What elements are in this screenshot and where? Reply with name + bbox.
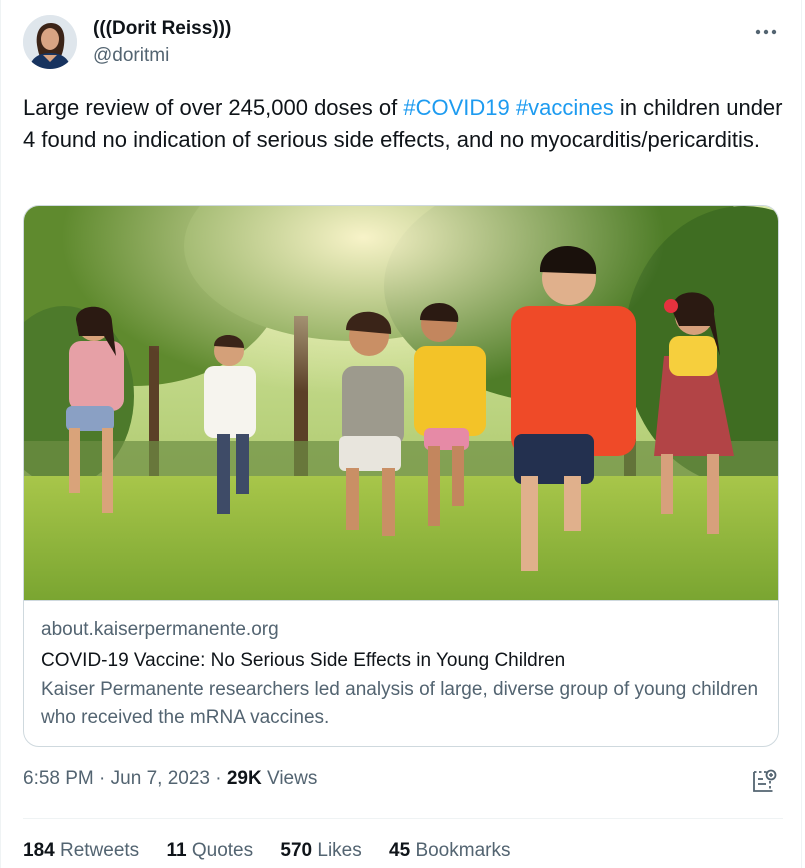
likes-count: 570 bbox=[280, 840, 313, 861]
likes-label: Likes bbox=[317, 840, 362, 861]
retweets-label: Retweets bbox=[59, 840, 140, 861]
card-image bbox=[24, 206, 778, 600]
quotes-stat-link[interactable]: 11 Quotes bbox=[166, 840, 253, 862]
meta-dot-1: · bbox=[93, 768, 111, 789]
author-avatar[interactable] bbox=[23, 15, 77, 69]
tweet-date-link[interactable]: Jun 7, 2023 bbox=[111, 768, 210, 789]
link-preview-card[interactable]: about.kaiserpermanente.org COVID-19 Vacc… bbox=[23, 205, 779, 747]
engagement-stats: 184 Retweets 11 Quotes 570 Likes 45 Book… bbox=[23, 840, 532, 862]
bookmarks-label: Bookmarks bbox=[415, 840, 511, 861]
views-count: 29K bbox=[226, 768, 262, 789]
tweet-meta: 6:58 PM · Jun 7, 2023 · 29K Views bbox=[23, 768, 317, 790]
card-description: Kaiser Permanente researchers led analys… bbox=[41, 679, 759, 728]
frame-left-border bbox=[0, 0, 1, 868]
retweets-stat-link[interactable]: 184 Retweets bbox=[23, 840, 139, 862]
card-domain: about.kaiserpermanente.org bbox=[41, 619, 279, 640]
quotes-count: 11 bbox=[166, 840, 187, 861]
meta-divider bbox=[23, 818, 783, 819]
author-display-name[interactable]: (((Dorit Reiss))) bbox=[93, 18, 231, 40]
tweet-time-link[interactable]: 6:58 PM bbox=[23, 768, 94, 789]
quotes-label: Quotes bbox=[191, 840, 254, 861]
more-dots-icon bbox=[755, 29, 777, 35]
avatar-photo-icon bbox=[23, 15, 77, 69]
analytics-button[interactable] bbox=[749, 766, 779, 796]
retweets-count: 184 bbox=[23, 840, 55, 861]
more-options-button[interactable] bbox=[749, 19, 783, 45]
card-title: COVID-19 Vaccine: No Serious Side Effect… bbox=[41, 650, 566, 671]
meta-dot-2: · bbox=[209, 768, 227, 789]
likes-stat-link[interactable]: 570 Likes bbox=[280, 840, 361, 862]
tweet-header: (((Dorit Reiss))) @doritmi bbox=[23, 15, 783, 71]
tweet-text-start: Large review of over 245,000 doses of bbox=[23, 95, 404, 120]
tweet-text: Large review of over 245,000 doses of #C… bbox=[23, 92, 783, 156]
hashtag-vaccines-link[interactable]: #vaccines bbox=[516, 95, 614, 120]
card-divider bbox=[24, 600, 778, 601]
hashtag-covid19-link[interactable]: #COVID19 bbox=[403, 95, 509, 120]
frame-right-border bbox=[801, 0, 802, 868]
bookmarks-stat-link[interactable]: 45 Bookmarks bbox=[389, 840, 510, 862]
views-label: Views bbox=[261, 768, 318, 789]
author-handle[interactable]: @doritmi bbox=[93, 45, 169, 67]
bookmarks-count: 45 bbox=[389, 840, 411, 861]
post-analytics-icon bbox=[753, 769, 777, 792]
